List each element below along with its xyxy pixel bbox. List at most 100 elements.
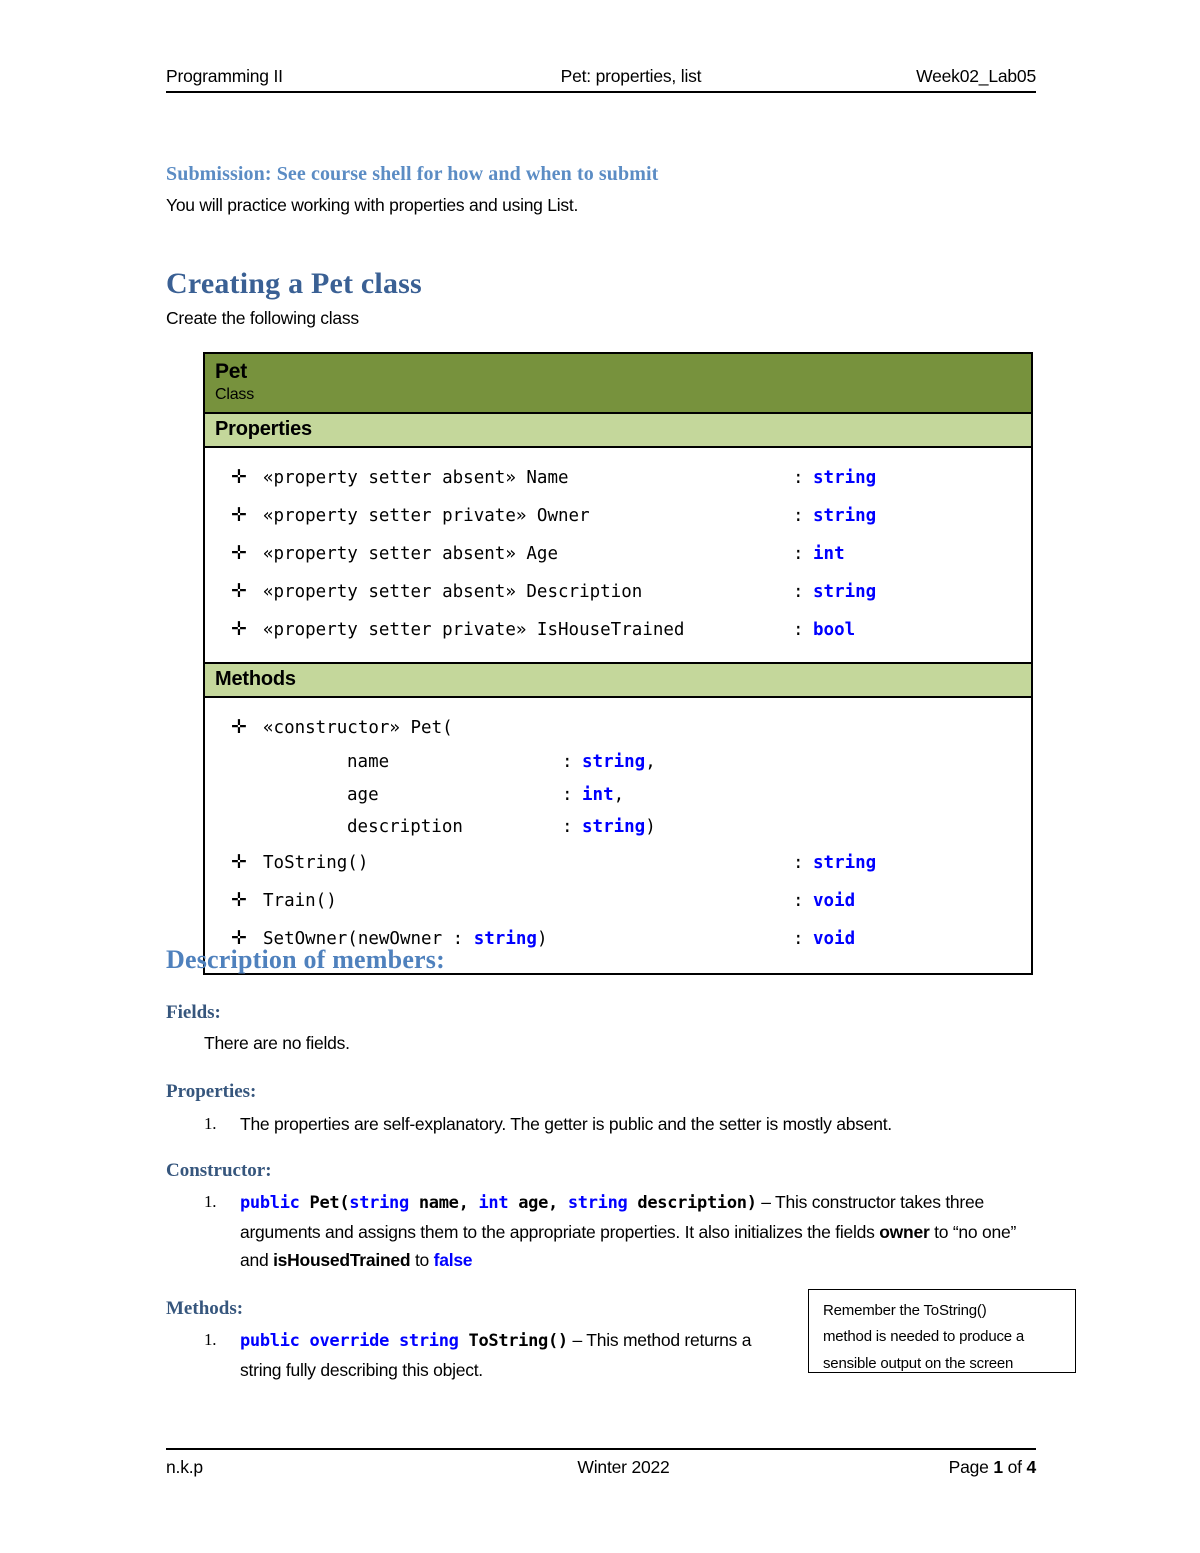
constructor-param-row: description : string) bbox=[215, 811, 1021, 843]
property-row: ✛ «property setter private» IsHouseTrain… bbox=[215, 610, 1021, 648]
list-item-text: public override string ToString() – This… bbox=[240, 1326, 794, 1384]
type-separator: : bbox=[562, 817, 573, 838]
fields-heading: Fields: bbox=[166, 1002, 221, 1023]
create-class-instruction: Create the following class bbox=[166, 308, 359, 328]
type-separator: : bbox=[793, 620, 804, 641]
properties-list: ✛ «property setter absent» Name : string… bbox=[205, 448, 1031, 663]
method-return-type: void bbox=[813, 929, 856, 950]
list-item: 1. public override string ToString() – T… bbox=[204, 1326, 794, 1384]
list-item: 1. public Pet(string name, int age, stri… bbox=[204, 1188, 1044, 1274]
list-marker: 1. bbox=[204, 1330, 217, 1349]
constructor-signature: «constructor» Pet( bbox=[263, 718, 453, 739]
public-visibility-icon: ✛ bbox=[231, 580, 247, 603]
value-false: false bbox=[433, 1249, 473, 1270]
property-row: ✛ «property setter private» Owner : stri… bbox=[215, 496, 1021, 534]
callout-line-1: Remember the ToString() bbox=[823, 1302, 987, 1319]
property-row: ✛ «property setter absent» Age : int bbox=[215, 534, 1021, 572]
type-separator: : bbox=[793, 891, 804, 912]
param-name: age bbox=[347, 784, 379, 805]
callout-line-2: method is needed to produce a bbox=[823, 1328, 1025, 1346]
callout-line-3: sensible output on the screen bbox=[823, 1354, 1014, 1372]
method-signature: ToString() bbox=[263, 853, 369, 874]
methods-heading: Methods: bbox=[166, 1298, 244, 1319]
page-title: Creating a Pet class bbox=[166, 267, 422, 300]
param-type: int bbox=[582, 784, 614, 805]
method-return-type: string bbox=[813, 853, 877, 874]
code-param-name: name, bbox=[408, 1193, 479, 1213]
class-diagram: Pet Class Properties ✛ «property setter … bbox=[203, 352, 1033, 976]
method-row: ✛ Train() : void bbox=[215, 881, 1021, 919]
list-item-text: public Pet(string name, int age, string … bbox=[240, 1188, 1044, 1274]
properties-band-label: Properties bbox=[205, 414, 1031, 449]
property-row: ✛ «property setter absent» Name : string bbox=[215, 458, 1021, 496]
public-visibility-icon: ✛ bbox=[231, 504, 247, 527]
constructor-param-row: age : int, bbox=[215, 779, 1021, 811]
page-footer: n.k.p Winter 2022 Page 1 of 4 bbox=[166, 1448, 1036, 1478]
public-visibility-icon: ✛ bbox=[231, 542, 247, 565]
property-type: string bbox=[813, 582, 877, 603]
footer-term: Winter 2022 bbox=[577, 1457, 670, 1477]
constructor-param-row: name : string, bbox=[215, 746, 1021, 778]
constructor-description-3: to bbox=[410, 1249, 434, 1270]
param-name: name bbox=[347, 752, 390, 773]
code-keyword-string-2: string bbox=[567, 1193, 628, 1213]
param-suffix: ) bbox=[645, 817, 656, 838]
property-signature: «property setter absent» Description bbox=[263, 582, 643, 603]
method-return-type: void bbox=[813, 891, 856, 912]
method-param-type: string bbox=[473, 929, 537, 950]
properties-heading: Properties: bbox=[166, 1081, 257, 1102]
constructor-heading: Constructor: bbox=[166, 1160, 272, 1181]
methods-band-label: Methods bbox=[205, 662, 1031, 699]
property-signature: «property setter absent» Age bbox=[263, 544, 559, 565]
code-param-age: age, bbox=[508, 1193, 568, 1213]
type-separator: : bbox=[793, 468, 804, 489]
methods-list: ✛ «constructor» Pet( name : string, age … bbox=[205, 698, 1031, 974]
code-param-description: description) bbox=[627, 1193, 757, 1213]
param-suffix: , bbox=[613, 784, 625, 805]
field-owner: owner bbox=[879, 1221, 930, 1242]
code-keyword-string-1: string bbox=[349, 1193, 409, 1213]
list-marker: 1. bbox=[204, 1192, 217, 1211]
class-diagram-titlebar: Pet Class bbox=[205, 354, 1031, 415]
dash-separator: – bbox=[567, 1330, 587, 1350]
constructor-row: ✛ «constructor» Pet( bbox=[215, 708, 1021, 746]
public-visibility-icon: ✛ bbox=[231, 889, 247, 912]
code-keyword-signature: public override string bbox=[240, 1331, 459, 1351]
list-marker: 1. bbox=[204, 1114, 217, 1133]
property-type: string bbox=[813, 468, 877, 489]
public-visibility-icon: ✛ bbox=[231, 851, 247, 874]
property-signature: «property setter private» Owner bbox=[263, 506, 590, 527]
type-separator: : bbox=[562, 752, 573, 773]
callout-box: Remember the ToString() method is needed… bbox=[808, 1289, 1076, 1373]
type-separator: : bbox=[793, 506, 804, 527]
header-topic: Pet: properties, list bbox=[560, 66, 702, 86]
param-name: description bbox=[347, 817, 463, 838]
document-page: Programming II Pet: properties, list Wee… bbox=[0, 0, 1200, 1553]
submission-text: You will practice working with propertie… bbox=[166, 195, 579, 215]
property-type: bool bbox=[813, 620, 856, 641]
dash-separator: – bbox=[756, 1192, 776, 1212]
page-mid: of bbox=[1002, 1457, 1027, 1477]
description-heading: Description of members: bbox=[166, 945, 445, 974]
list-item: 1. The properties are self-explanatory. … bbox=[204, 1110, 1034, 1138]
header-lab-id: Week02_Lab05 bbox=[916, 66, 1036, 86]
type-separator: : bbox=[793, 929, 804, 950]
footer-author: n.k.p bbox=[166, 1457, 203, 1477]
constructor-code: public Pet(string name, int age, string … bbox=[240, 1193, 757, 1213]
page-current: 1 bbox=[993, 1457, 1003, 1477]
property-row: ✛ «property setter absent» Description :… bbox=[215, 572, 1021, 610]
public-visibility-icon: ✛ bbox=[231, 466, 247, 489]
footer-page-number: Page 1 of 4 bbox=[816, 1457, 1037, 1478]
type-separator: : bbox=[793, 582, 804, 603]
method-signature: Train() bbox=[263, 891, 337, 912]
list-item-text: The properties are self-explanatory. The… bbox=[240, 1114, 892, 1134]
class-name: Pet bbox=[215, 360, 248, 383]
method-row: ✛ ToString() : string bbox=[215, 843, 1021, 881]
type-separator: : bbox=[793, 544, 804, 565]
header-course: Programming II bbox=[166, 66, 283, 86]
class-stereotype: Class bbox=[215, 386, 255, 404]
page-prefix: Page bbox=[948, 1457, 994, 1477]
type-separator: : bbox=[562, 784, 573, 805]
code-keyword-int: int bbox=[478, 1193, 509, 1213]
public-visibility-icon: ✛ bbox=[231, 716, 247, 739]
